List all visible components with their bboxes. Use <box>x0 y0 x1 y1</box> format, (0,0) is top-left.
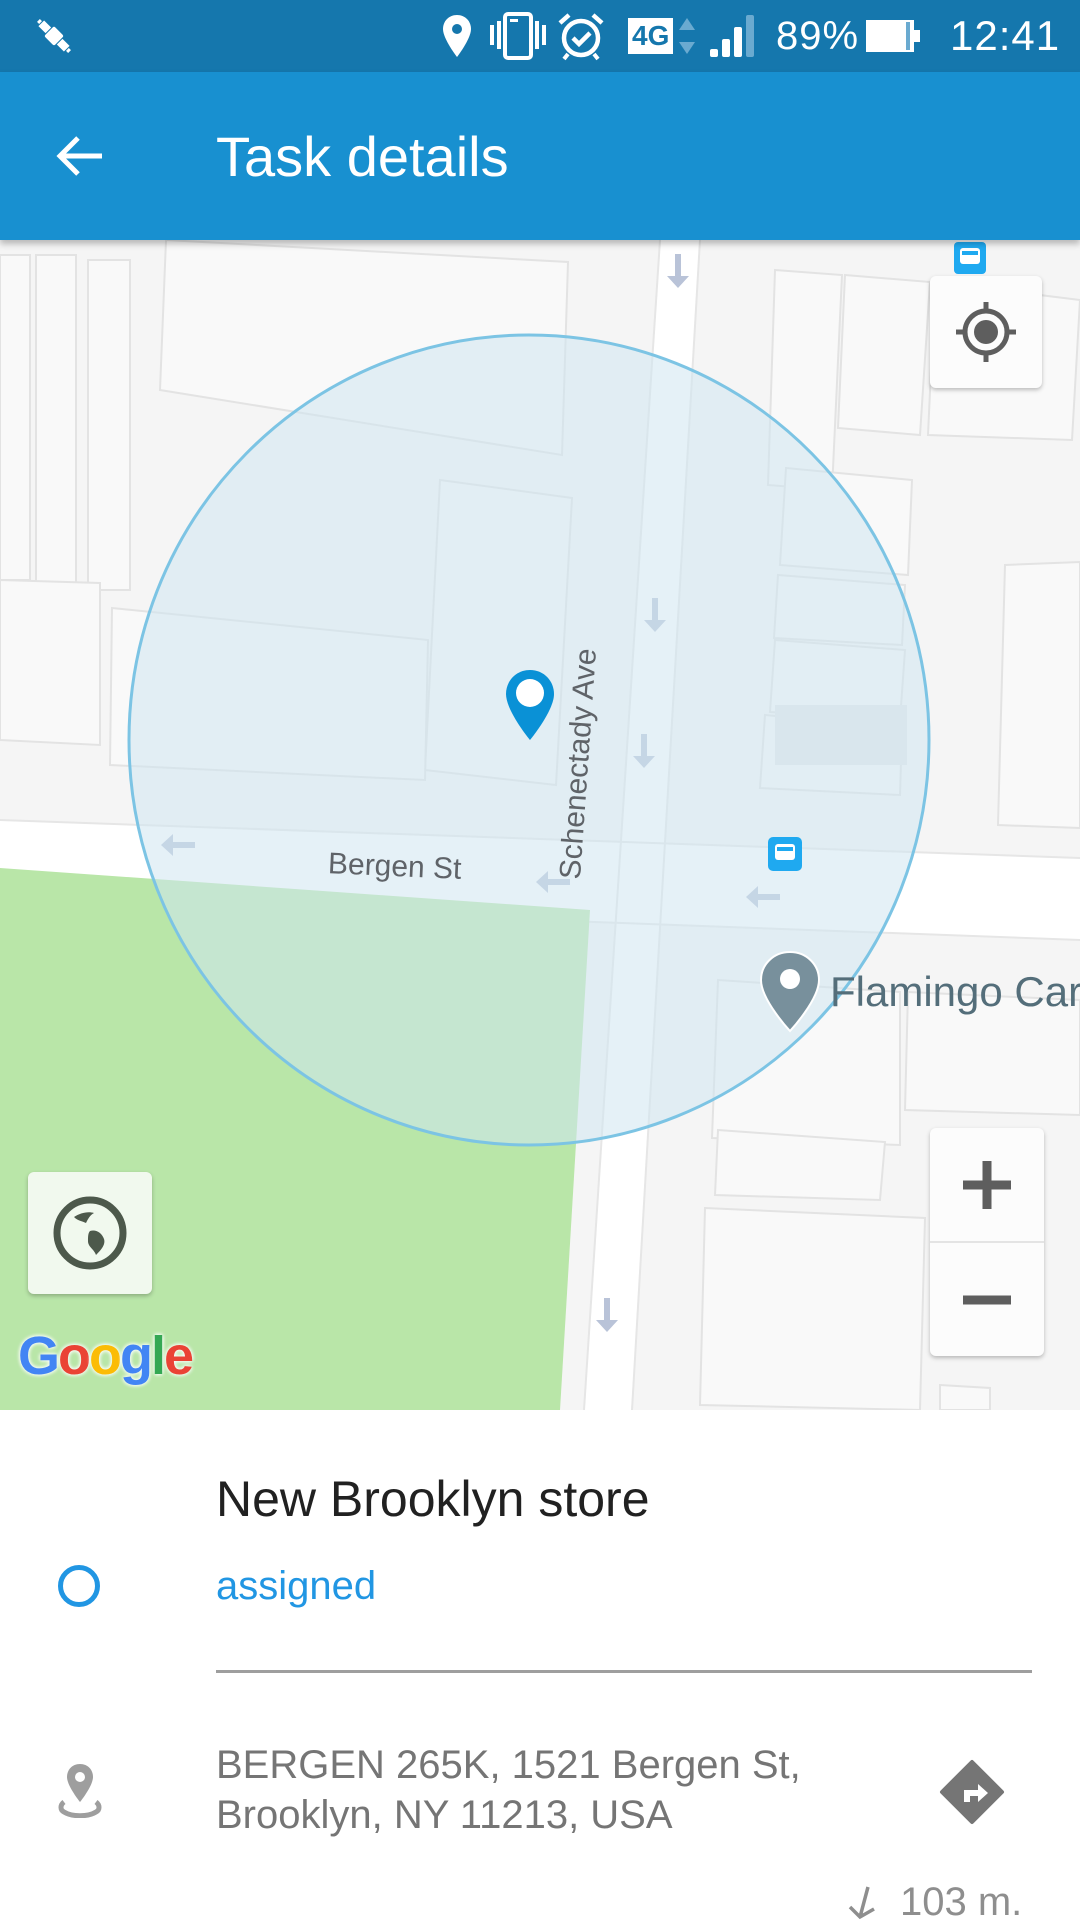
zoom-out-button[interactable] <box>930 1243 1044 1356</box>
battery-icon <box>864 0 924 72</box>
map-canvas <box>0 240 1080 1410</box>
task-name: New Brooklyn store <box>216 1471 650 1527</box>
battery-percentage: 89% <box>776 13 860 58</box>
poi-label[interactable]: Flamingo Car <box>830 968 1080 1016</box>
zoom-controls <box>930 1128 1044 1356</box>
address-line-2: Brooklyn, NY 11213, USA <box>216 1793 673 1837</box>
back-button[interactable] <box>40 116 120 196</box>
globe-icon <box>53 1196 127 1270</box>
my-location-icon <box>956 302 1016 362</box>
status-bar: 4G 89% 12:41 <box>0 0 1080 72</box>
map-type-button[interactable] <box>28 1172 152 1294</box>
plus-icon <box>963 1160 1011 1209</box>
google-attribution: Google <box>18 1326 194 1386</box>
task-address: BERGEN 265K, 1521 Bergen St, Brooklyn, N… <box>216 1740 801 1840</box>
signal-icon <box>708 0 758 72</box>
place-icon <box>58 1762 102 1823</box>
clock: 12:41 <box>950 12 1061 59</box>
location-icon <box>440 0 474 72</box>
zoom-in-button[interactable] <box>930 1128 1044 1243</box>
satellite-icon <box>30 0 78 72</box>
page-title: Task details <box>216 125 509 188</box>
app-bar: Task details <box>0 72 1080 240</box>
status-label: assigned <box>216 1564 377 1608</box>
task-details-panel: New Brooklyn store assigned BERGEN 265K,… <box>0 1410 1080 1920</box>
distance-indicator: 103 m. <box>846 1880 1022 1925</box>
address-line-1: BERGEN 265K, 1521 Bergen St, <box>216 1743 801 1787</box>
status-circle-icon <box>58 1565 100 1607</box>
distance-value: 103 m. <box>900 1880 1023 1924</box>
directions-icon <box>940 1760 1004 1824</box>
map-view[interactable]: Bergen St Schenectady Ave Flamingo Car G… <box>0 240 1080 1410</box>
network-4g-icon: 4G <box>628 0 697 72</box>
minus-icon <box>963 1295 1011 1304</box>
divider <box>216 1670 1032 1673</box>
vibrate-icon <box>488 0 548 72</box>
arrow-down-left-icon <box>848 1886 875 1919</box>
street-label-bergen: Bergen St <box>327 847 463 886</box>
arrow-left-icon <box>56 136 102 176</box>
my-location-button[interactable] <box>930 276 1042 388</box>
directions-button[interactable] <box>936 1756 1008 1833</box>
alarm-icon <box>556 0 606 72</box>
